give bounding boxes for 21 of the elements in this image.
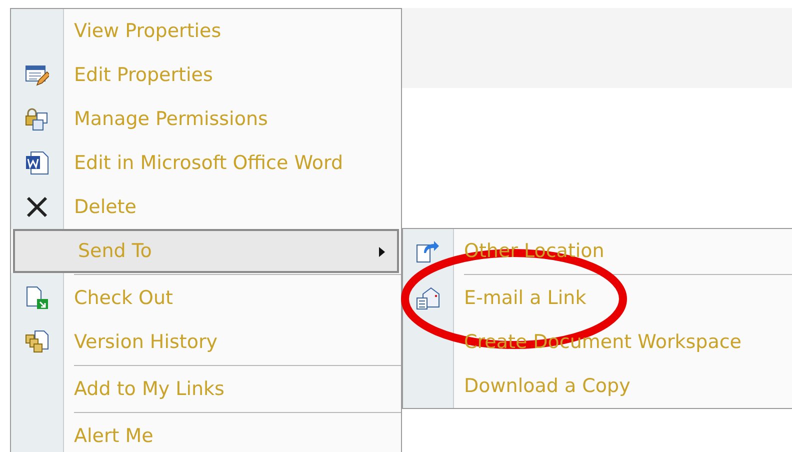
document-arrow-icon	[416, 239, 440, 263]
stacked-documents-icon	[25, 330, 49, 354]
menu-item[interactable]: E-mail a Link	[403, 276, 792, 320]
menu-item[interactable]: Delete	[11, 185, 401, 229]
menu-item[interactable]: Add to My Links	[11, 367, 401, 411]
document-arrow-icon	[25, 286, 49, 310]
menu-item[interactable]: Alert Me	[11, 414, 401, 452]
menu-item[interactable]: Send To	[13, 229, 399, 273]
menu-item[interactable]: Version History	[11, 320, 401, 364]
envelope-document-icon	[416, 286, 440, 310]
close-icon	[25, 195, 49, 219]
table-pencil-icon	[25, 63, 49, 87]
menu-item[interactable]: Check Out	[11, 276, 401, 320]
menu-item[interactable]: Edit in Microsoft Office Word	[11, 141, 401, 185]
lock-documents-icon	[25, 107, 49, 131]
menu-item[interactable]: Manage Permissions	[11, 97, 401, 141]
word-document-icon	[25, 151, 49, 175]
menu-item[interactable]: View Properties	[11, 9, 401, 53]
submenu-arrow-icon	[379, 247, 385, 257]
menu-item[interactable]: Edit Properties	[11, 53, 401, 97]
menu-item[interactable]: Download a Copy	[403, 364, 792, 408]
